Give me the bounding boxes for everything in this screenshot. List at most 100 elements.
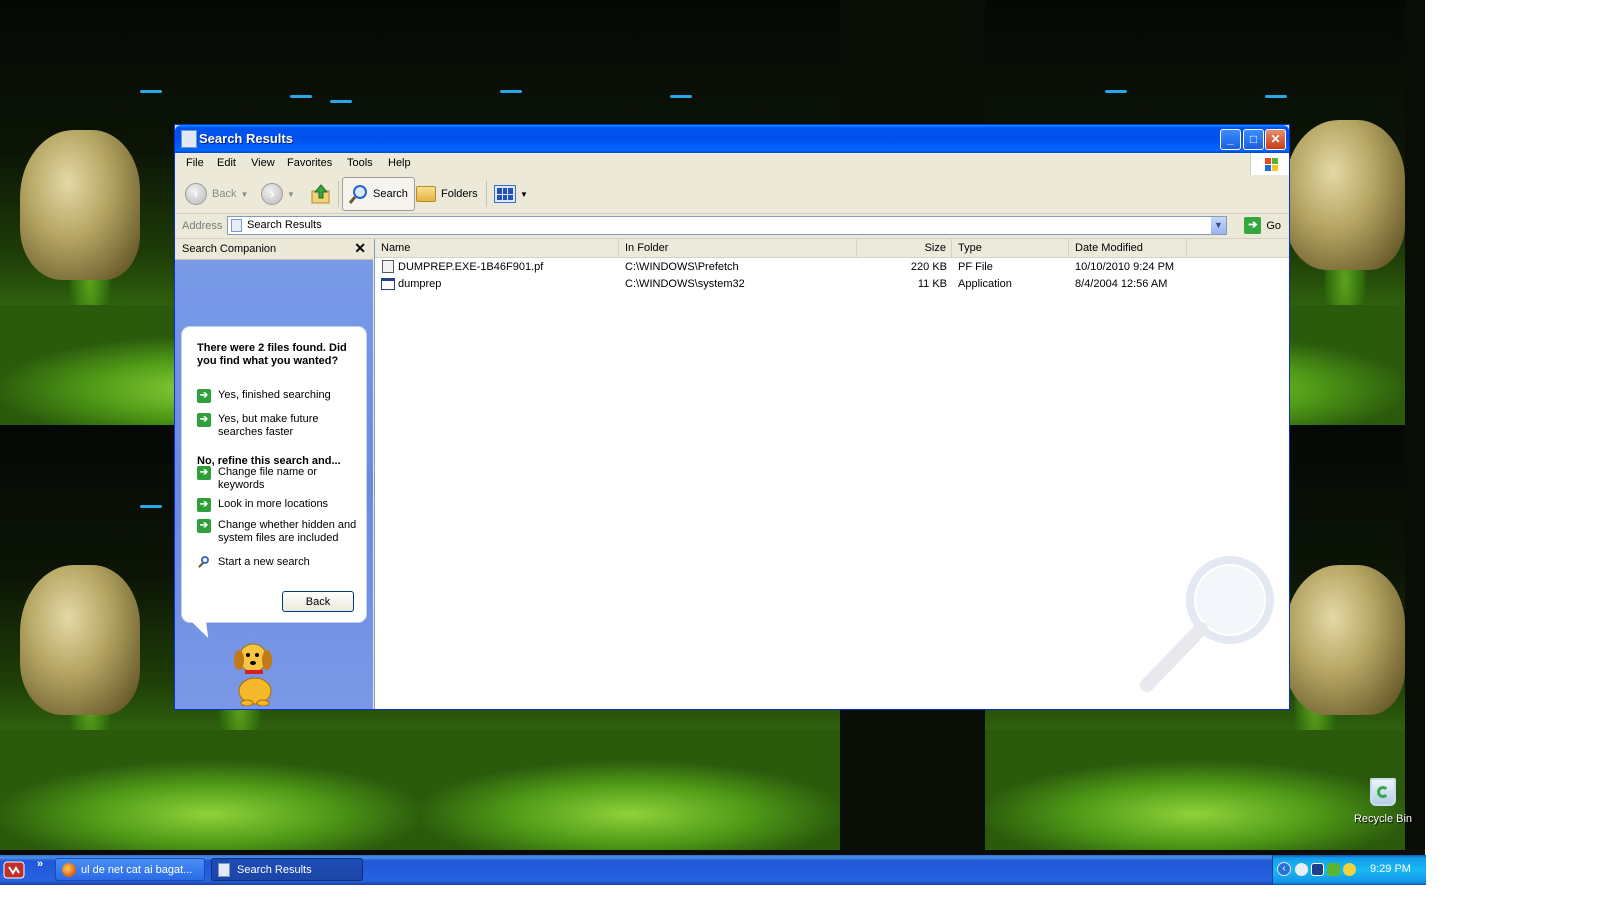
results-list: Name In Folder Size Type Date Modified D… bbox=[374, 239, 1289, 709]
menu-view[interactable]: View bbox=[251, 157, 275, 169]
file-folder: C:\WINDOWS\system32 bbox=[625, 278, 745, 290]
taskbar-button-search-results[interactable]: Search Results bbox=[211, 858, 363, 881]
option-label: Start a new search bbox=[218, 556, 310, 568]
table-row[interactable]: dumprep C:\WINDOWS\system32 11 KB Applic… bbox=[375, 276, 1289, 292]
green-arrow-icon: ➔ bbox=[197, 389, 211, 403]
option-new-search[interactable]: Start a new search bbox=[197, 556, 357, 570]
search-results-doc-icon bbox=[231, 219, 242, 232]
taskbar-button-firefox[interactable]: ul de net cat ai bagat... bbox=[55, 858, 205, 881]
recycle-bin[interactable]: Recycle Bin bbox=[1350, 778, 1416, 825]
rover-dog-icon bbox=[234, 643, 272, 706]
column-date-modified[interactable]: Date Modified bbox=[1069, 239, 1187, 257]
option-label: Yes, finished searching bbox=[218, 389, 331, 401]
network-icon[interactable] bbox=[1311, 863, 1324, 876]
go-arrow-icon: ➔ bbox=[1244, 217, 1262, 234]
column-size[interactable]: Size bbox=[857, 239, 952, 257]
column-headers: Name In Folder Size Type Date Modified bbox=[375, 239, 1289, 258]
go-button[interactable]: ➔ Go bbox=[1244, 217, 1281, 234]
task-label: Search Results bbox=[237, 863, 312, 876]
recycle-bin-label: Recycle Bin bbox=[1353, 813, 1413, 825]
folders-button[interactable]: Folders bbox=[416, 177, 478, 211]
option-change-name[interactable]: ➔ Change file name or keywords bbox=[197, 466, 357, 492]
address-field[interactable]: Search Results ▼ bbox=[227, 216, 1227, 235]
file-date-modified: 10/10/2010 9:24 PM bbox=[1075, 261, 1175, 273]
pf-file-icon bbox=[382, 260, 394, 273]
search-companion-body: There were 2 files found. Did you find w… bbox=[175, 260, 373, 709]
option-label: Change file name or keywords bbox=[218, 466, 318, 491]
search-button[interactable]: Search bbox=[342, 177, 415, 211]
address-label: Address bbox=[182, 220, 223, 232]
back-label: Back bbox=[212, 188, 237, 200]
minimize-button[interactable]: _ bbox=[1220, 129, 1241, 150]
close-icon[interactable]: ✕ bbox=[354, 240, 366, 257]
maximize-button[interactable]: □ bbox=[1243, 129, 1264, 150]
menu-file[interactable]: File bbox=[186, 157, 204, 169]
search-watermark-icon bbox=[1140, 556, 1274, 692]
green-arrow-icon: ➔ bbox=[197, 466, 211, 480]
tray-expand-icon[interactable]: ‹ bbox=[1277, 862, 1291, 876]
magnifier-icon bbox=[197, 556, 211, 570]
toolbar: ‹ Back ▼ › ▼ Search Folders ▼ bbox=[175, 175, 1289, 214]
forward-arrow-icon: › bbox=[261, 183, 283, 205]
search-results-window: Search Results _ □ ✕ File Edit View Favo… bbox=[174, 124, 1290, 710]
back-arrow-icon: ‹ bbox=[185, 183, 207, 205]
window-title: Search Results bbox=[199, 131, 293, 146]
companion-back-button[interactable]: Back bbox=[282, 591, 354, 612]
column-name[interactable]: Name bbox=[375, 239, 619, 257]
up-folder-icon bbox=[311, 184, 330, 204]
quick-launch-icon[interactable] bbox=[3, 860, 25, 880]
option-label: Yes, but make future searches faster bbox=[218, 413, 319, 438]
address-bar: Address Search Results ▼ ➔ Go bbox=[175, 214, 1289, 239]
close-button[interactable]: ✕ bbox=[1265, 129, 1286, 150]
address-dropdown-button[interactable]: ▼ bbox=[1211, 217, 1226, 234]
file-size: 220 KB bbox=[910, 261, 947, 273]
recycle-bin-icon bbox=[1370, 778, 1396, 806]
file-date-modified: 8/4/2004 12:56 AM bbox=[1075, 278, 1168, 290]
file-name: DUMPREP.EXE-1B46F901.pf bbox=[398, 261, 544, 273]
option-label: Look in more locations bbox=[218, 498, 329, 510]
windows-logo-icon bbox=[1250, 153, 1289, 175]
back-button[interactable]: ‹ Back ▼ bbox=[185, 177, 248, 211]
address-value: Search Results bbox=[247, 219, 322, 231]
messenger-icon[interactable] bbox=[1295, 863, 1308, 876]
option-yes-faster[interactable]: ➔ Yes, but make future searches faster bbox=[197, 413, 357, 439]
search-label: Search bbox=[373, 188, 408, 200]
companion-speech-bubble: There were 2 files found. Did you find w… bbox=[181, 326, 367, 623]
quick-launch-more-icon[interactable]: » bbox=[37, 858, 43, 870]
menu-help[interactable]: Help bbox=[388, 157, 411, 169]
menu-bar: File Edit View Favorites Tools Help bbox=[175, 153, 1289, 176]
views-button[interactable]: ▼ bbox=[494, 177, 528, 211]
firefox-icon bbox=[62, 862, 76, 877]
search-results-window-icon bbox=[181, 130, 197, 148]
option-yes-finished[interactable]: ➔ Yes, finished searching bbox=[197, 389, 357, 403]
menu-favorites[interactable]: Favorites bbox=[287, 157, 332, 169]
chevron-down-icon[interactable]: ▼ bbox=[287, 190, 295, 199]
chevron-down-icon[interactable]: ▼ bbox=[240, 190, 248, 199]
option-more-locations[interactable]: ➔ Look in more locations bbox=[197, 498, 357, 512]
search-companion-title: Search Companion bbox=[182, 243, 277, 255]
clock[interactable]: 9:29 PM bbox=[1370, 863, 1411, 875]
file-name: dumprep bbox=[398, 278, 442, 290]
menu-tools[interactable]: Tools bbox=[347, 157, 373, 169]
security-icon[interactable] bbox=[1327, 863, 1340, 876]
green-arrow-icon: ➔ bbox=[197, 413, 211, 427]
option-label: Change whether hidden and system files a… bbox=[218, 519, 357, 544]
green-arrow-icon: ➔ bbox=[197, 498, 211, 512]
search-results-doc-icon bbox=[218, 862, 230, 877]
column-type[interactable]: Type bbox=[952, 239, 1069, 257]
option-hidden-files[interactable]: ➔ Change whether hidden and system files… bbox=[197, 519, 357, 545]
column-in-folder[interactable]: In Folder bbox=[619, 239, 857, 257]
accessibility-icon[interactable] bbox=[1343, 863, 1356, 876]
file-folder: C:\WINDOWS\Prefetch bbox=[625, 261, 739, 273]
title-bar[interactable]: Search Results _ □ ✕ bbox=[175, 125, 1289, 153]
forward-button[interactable]: › ▼ bbox=[261, 177, 295, 211]
taskbar: » ul de net cat ai bagat... Search Resul… bbox=[0, 855, 1426, 885]
menu-edit[interactable]: Edit bbox=[217, 157, 236, 169]
file-type: Application bbox=[958, 278, 1012, 290]
up-folder-button[interactable] bbox=[310, 177, 332, 211]
chevron-down-icon: ▼ bbox=[520, 189, 528, 199]
go-label: Go bbox=[1266, 219, 1281, 232]
table-row[interactable]: DUMPREP.EXE-1B46F901.pf C:\WINDOWS\Prefe… bbox=[375, 259, 1289, 275]
search-icon bbox=[348, 185, 367, 204]
green-arrow-icon: ➔ bbox=[197, 519, 211, 533]
